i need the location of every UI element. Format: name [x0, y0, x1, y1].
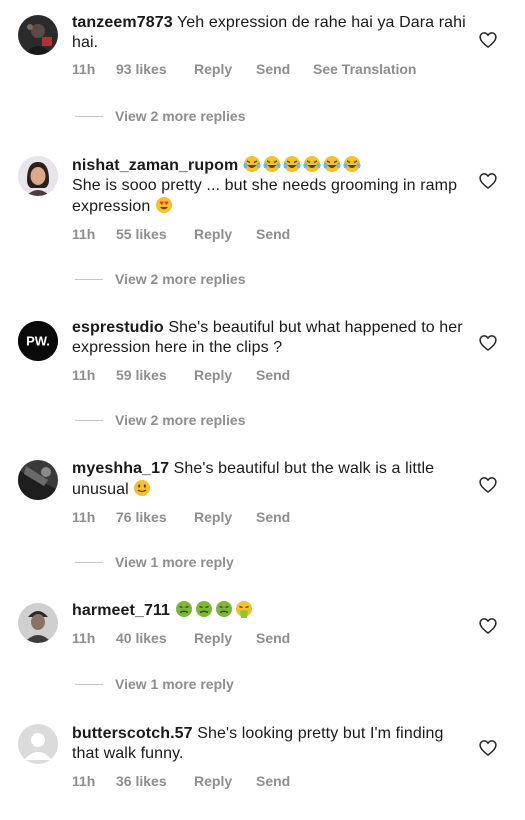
view-more-replies-button[interactable]: View 1 more reply [75, 675, 234, 693]
view-more-replies-label: View 2 more replies [115, 108, 246, 124]
reply-button[interactable]: Reply [194, 509, 256, 525]
heart-icon[interactable] [478, 30, 498, 50]
comment-body: She is sooo pretty ... but she needs gro… [72, 177, 458, 215]
divider [75, 278, 103, 280]
divider [75, 561, 103, 563]
comment-text: butterscotch.57 She's looking pretty but… [72, 724, 467, 764]
comment-text: tanzeem7873 Yeh expression de rahe hai y… [72, 13, 467, 53]
likes-count[interactable]: 40 likes [116, 630, 194, 646]
likes-count[interactable]: 76 likes [116, 509, 194, 525]
heart-icon[interactable] [478, 616, 498, 636]
username[interactable]: myeshha_17 [72, 460, 169, 477]
likes-count[interactable]: 93 likes [116, 61, 194, 77]
reply-button[interactable]: Reply [194, 367, 256, 383]
view-more-replies-label: View 2 more replies [115, 271, 246, 287]
avatar[interactable] [18, 724, 58, 764]
view-more-replies-label: View 2 more replies [115, 412, 246, 428]
username[interactable]: butterscotch.57 [72, 725, 193, 742]
timestamp: 11h [72, 226, 96, 242]
divider [75, 419, 103, 421]
username[interactable]: harmeet_711 [72, 602, 170, 619]
timestamp: 11h [72, 61, 96, 77]
timestamp: 11h [72, 367, 96, 383]
avatar[interactable]: PW. [18, 321, 58, 361]
avatar[interactable] [18, 156, 58, 196]
send-button[interactable]: Send [256, 226, 313, 242]
username[interactable]: esprestudio [72, 319, 164, 336]
username[interactable]: nishat_zaman_rupom [72, 157, 238, 174]
reply-button[interactable]: Reply [194, 61, 256, 77]
view-more-replies-button[interactable]: View 2 more replies [75, 107, 245, 125]
divider [75, 115, 103, 117]
laughing-tears-icon [243, 155, 362, 173]
heart-icon[interactable] [478, 171, 498, 191]
timestamp: 11h [72, 509, 96, 525]
avatar[interactable] [18, 460, 58, 500]
view-more-replies-button[interactable]: View 2 more replies [75, 270, 245, 288]
avatar[interactable] [18, 603, 58, 643]
comment-text: harmeet_711 [72, 600, 467, 621]
send-button[interactable]: Send [256, 367, 313, 383]
send-button[interactable]: Send [256, 61, 313, 77]
see-translation-button[interactable]: See Translation [313, 61, 416, 77]
send-button[interactable]: Send [256, 509, 313, 525]
avatar-text: PW. [26, 334, 50, 349]
heart-icon[interactable] [478, 738, 498, 758]
view-more-replies-label: View 1 more reply [115, 676, 234, 692]
reply-button[interactable]: Reply [194, 773, 256, 789]
view-more-replies-button[interactable]: View 1 more reply [75, 553, 234, 571]
comment-text: esprestudio She's beautiful but what hap… [72, 318, 467, 358]
timestamp: 11h [72, 630, 96, 646]
comment-text: myeshha_17 She's beautiful but the walk … [72, 459, 467, 500]
send-button[interactable]: Send [256, 630, 313, 646]
divider [75, 683, 103, 685]
heart-icon[interactable] [478, 475, 498, 495]
emoji-group [243, 155, 363, 174]
send-button[interactable]: Send [256, 773, 313, 789]
reply-button[interactable]: Reply [194, 226, 256, 242]
likes-count[interactable]: 55 likes [116, 226, 194, 242]
timestamp: 11h [72, 773, 96, 789]
view-more-replies-button[interactable]: View 2 more replies [75, 411, 245, 429]
slightly-smiling-emoji-icon [134, 480, 151, 496]
likes-count[interactable]: 59 likes [116, 367, 194, 383]
heart-icon[interactable] [478, 333, 498, 353]
reply-button[interactable]: Reply [194, 630, 256, 646]
heart-eyes-emoji-icon [155, 197, 172, 213]
view-more-replies-label: View 1 more reply [115, 554, 234, 570]
comment-text: nishat_zaman_rupom She is sooo pretty ..… [72, 155, 467, 217]
username[interactable]: tanzeem7873 [72, 14, 173, 31]
likes-count[interactable]: 36 likes [116, 773, 194, 789]
avatar[interactable] [18, 15, 58, 55]
nauseated-face-icon [175, 600, 252, 618]
